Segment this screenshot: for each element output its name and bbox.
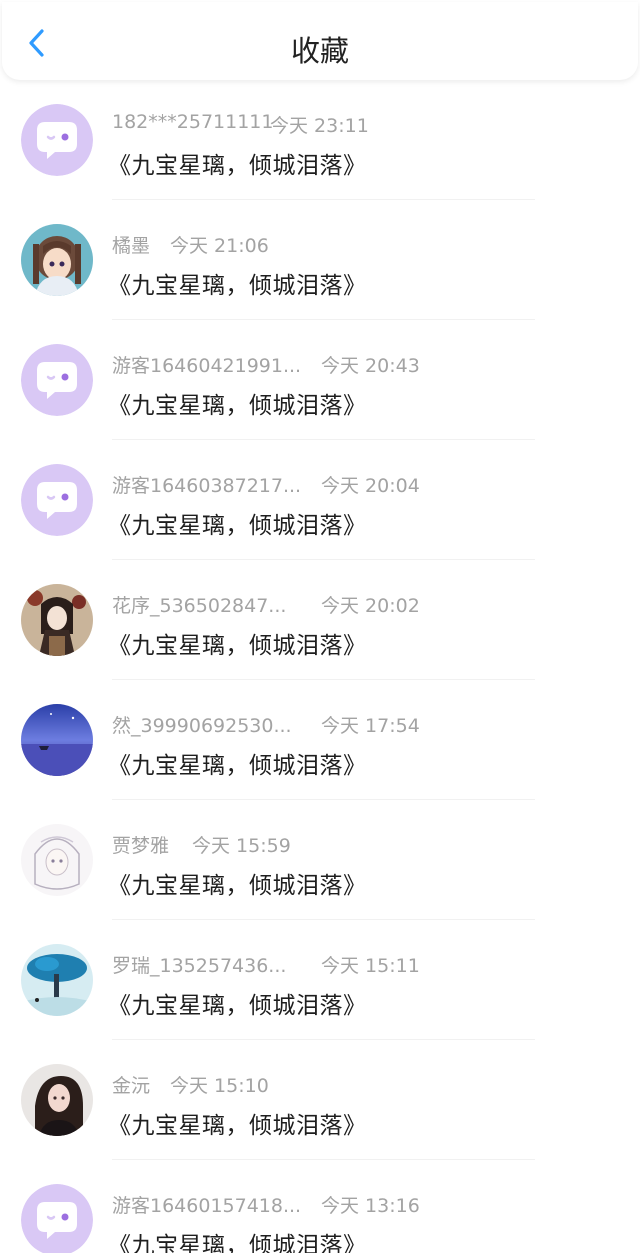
favorite-item[interactable]: 罗瑞_135257436... 今天 15:11 《九宝星璃，倾城泪落》: [0, 920, 640, 1040]
timestamp: 今天 23:11: [270, 115, 369, 137]
default-chat-bubble-icon: [21, 344, 93, 416]
username: 金沅: [112, 1075, 151, 1097]
timestamp: 今天 15:10: [170, 1075, 269, 1097]
username: 橘墨: [112, 235, 151, 257]
item-meta: 橘墨 今天 21:06: [112, 231, 269, 257]
night-sky-sea-avatar: [21, 704, 93, 776]
timestamp: 今天 20:02: [321, 595, 420, 617]
work-title: 《九宝星璃，倾城泪落》: [108, 393, 367, 419]
work-title: 《九宝星璃，倾城泪落》: [108, 1113, 367, 1139]
timestamp: 今天 17:54: [321, 715, 420, 737]
favorite-item[interactable]: 贾梦雅 今天 15:59 《九宝星璃，倾城泪落》: [0, 800, 640, 920]
avatar[interactable]: [21, 584, 93, 656]
default-chat-bubble-icon: [21, 464, 93, 536]
top-bar: 收藏: [2, 2, 638, 80]
timestamp: 今天 15:59: [192, 835, 291, 857]
default-chat-bubble-icon: [21, 1184, 93, 1253]
item-meta: 然_39990692530... 今天 17:54: [112, 711, 420, 737]
username: 然_39990692530...: [112, 715, 292, 737]
avatar[interactable]: [21, 464, 93, 536]
avatar[interactable]: [21, 704, 93, 776]
favorite-item[interactable]: 金沅 今天 15:10 《九宝星璃，倾城泪落》: [0, 1040, 640, 1160]
avatar[interactable]: [21, 944, 93, 1016]
work-title: 《九宝星璃，倾城泪落》: [108, 1233, 367, 1253]
timestamp: 今天 15:11: [321, 955, 420, 977]
default-chat-bubble-icon: [21, 104, 93, 176]
favorite-item[interactable]: 橘墨 今天 21:06 《九宝星璃，倾城泪落》: [0, 200, 640, 320]
username: 花序_536502847...: [112, 595, 287, 617]
work-title: 《九宝星璃，倾城泪落》: [108, 633, 367, 659]
favorite-item[interactable]: 花序_536502847... 今天 20:02 《九宝星璃，倾城泪落》: [0, 560, 640, 680]
favorite-item[interactable]: 游客16460387217... 今天 20:04 《九宝星璃，倾城泪落》: [0, 440, 640, 560]
page-title: 收藏: [290, 34, 349, 68]
username: 182***25711111: [112, 111, 274, 133]
username: 游客16460387217...: [112, 475, 302, 497]
timestamp: 今天 21:06: [170, 235, 269, 257]
username: 游客16460157418...: [112, 1195, 302, 1217]
timestamp: 今天 20:04: [321, 475, 420, 497]
work-title: 《九宝星璃，倾城泪落》: [108, 993, 367, 1019]
photo-girl-avatar: [21, 1064, 93, 1136]
username: 贾梦雅: [112, 835, 170, 857]
dark-lolita-girl-avatar: [21, 584, 93, 656]
work-title: 《九宝星璃，倾城泪落》: [108, 273, 367, 299]
favorite-item[interactable]: 然_39990692530... 今天 17:54 《九宝星璃，倾城泪落》: [0, 680, 640, 800]
avatar[interactable]: [21, 104, 93, 176]
item-meta: 游客16460157418... 今天 13:16: [112, 1191, 420, 1217]
item-meta: 花序_536502847... 今天 20:02: [112, 591, 420, 617]
item-meta: 游客16460421991... 今天 20:43: [112, 351, 420, 377]
item-meta: 182***25711111 今天 23:11: [112, 111, 369, 137]
favorite-item[interactable]: 182***25711111 今天 23:11 《九宝星璃，倾城泪落》: [0, 80, 640, 200]
avatar[interactable]: [21, 1064, 93, 1136]
item-meta: 贾梦雅 今天 15:59: [112, 831, 291, 857]
username: 游客16460421991...: [112, 355, 302, 377]
work-title: 《九宝星璃，倾城泪落》: [108, 513, 367, 539]
avatar[interactable]: [21, 344, 93, 416]
favorite-item[interactable]: 游客16460421991... 今天 20:43 《九宝星璃，倾城泪落》: [0, 320, 640, 440]
favorite-item[interactable]: 游客16460157418... 今天 13:16 《九宝星璃，倾城泪落》: [0, 1160, 640, 1253]
timestamp: 今天 13:16: [321, 1195, 420, 1217]
item-meta: 游客16460387217... 今天 20:04: [112, 471, 420, 497]
avatar[interactable]: [21, 224, 93, 296]
item-meta: 罗瑞_135257436... 今天 15:11: [112, 951, 420, 977]
timestamp: 今天 20:43: [321, 355, 420, 377]
sketch-girl-avatar: [21, 824, 93, 896]
favorites-page: 收藏 182***25711111 今天 23:11 《九宝星璃，倾城泪落》 橘…: [0, 0, 640, 1253]
anime-girl-avatar: [21, 224, 93, 296]
avatar[interactable]: [21, 1184, 93, 1253]
item-meta: 金沅 今天 15:10: [112, 1071, 269, 1097]
tree-landscape-avatar: [21, 944, 93, 1016]
work-title: 《九宝星璃，倾城泪落》: [108, 153, 367, 179]
favorites-list: 182***25711111 今天 23:11 《九宝星璃，倾城泪落》 橘墨 今…: [0, 80, 640, 1253]
avatar[interactable]: [21, 824, 93, 896]
work-title: 《九宝星璃，倾城泪落》: [108, 753, 367, 779]
username: 罗瑞_135257436...: [112, 955, 287, 977]
work-title: 《九宝星璃，倾城泪落》: [108, 873, 367, 899]
